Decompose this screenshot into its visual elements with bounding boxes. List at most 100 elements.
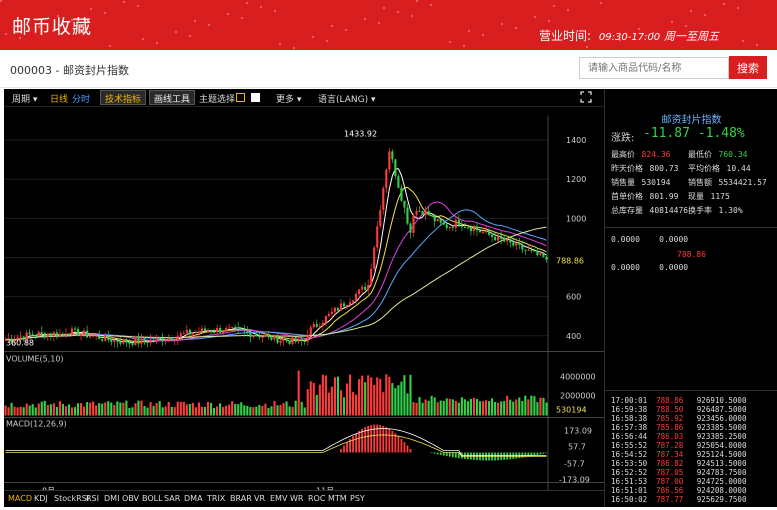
volume-bar [288, 406, 291, 416]
tab-daily[interactable]: 日线 [50, 92, 68, 105]
indicator-dma[interactable]: DMA [184, 494, 203, 503]
volume-bar [225, 405, 228, 416]
candle-body [161, 337, 164, 342]
indicator-kdj[interactable]: KDJ [34, 494, 48, 503]
search-input[interactable] [579, 57, 729, 79]
candle-body [104, 334, 107, 341]
volume-bar [267, 407, 270, 416]
volume-bar [358, 379, 361, 416]
volume-bar [306, 389, 309, 416]
volume-bar [95, 405, 98, 416]
theme-light-swatch[interactable] [251, 93, 260, 102]
candle-body [173, 339, 176, 341]
volume-bar [509, 399, 512, 416]
candle-body [300, 338, 303, 341]
theme-select[interactable]: 主题选择 [199, 92, 235, 105]
candle-body [43, 332, 46, 338]
candle-body [92, 335, 95, 337]
banner-sparkle [5, 33, 7, 35]
theme-dark-swatch[interactable] [236, 93, 245, 102]
volume-bar [442, 400, 445, 416]
quote-row-right: 平均价格 10.44 [688, 164, 751, 173]
volume-bar [167, 402, 170, 416]
change-label: 涨跌: [611, 133, 635, 144]
volume-bar [500, 401, 503, 416]
drawing-tools-button[interactable]: 画线工具 [149, 90, 196, 105]
volume-bar [451, 399, 454, 416]
volume-bar [228, 404, 231, 416]
volume-bar [494, 401, 497, 416]
banner-sparkle [737, 7, 739, 9]
indicators-button[interactable]: 技术指标 [100, 90, 147, 105]
banner-sparkle [600, 2, 602, 4]
indicator-roc[interactable]: ROC [308, 494, 325, 503]
indicator-rsi[interactable]: RSI [86, 494, 99, 503]
search-button[interactable]: 搜索 [729, 56, 767, 79]
candle-body [197, 331, 200, 333]
volume-bar [176, 401, 179, 416]
kline-chart[interactable]: 140012001000800600400 1433.92 360.88 788… [4, 107, 604, 507]
candle-body [318, 326, 321, 328]
indicator-mtm[interactable]: MTM [328, 494, 347, 503]
candle-body [460, 225, 463, 227]
volume-bar [212, 407, 216, 416]
volume-bar [64, 406, 68, 416]
candle-body [146, 341, 149, 343]
quote-row-right: 换手率 1.30% [688, 206, 743, 215]
indicator-dmi[interactable]: DMI [104, 494, 119, 503]
tab-intraday[interactable]: 分时 [72, 92, 90, 105]
indicator-trix[interactable]: TRIX [207, 494, 225, 503]
candle-body [206, 330, 210, 332]
indicator-bar: MACD KDJ StockRSI RSI DMI OBV BOLL SAR DMA TRIX BR… [4, 490, 604, 507]
expand-icon[interactable] [580, 91, 592, 103]
indicator-obv[interactable]: OBV [122, 494, 139, 503]
volume-bar [46, 404, 49, 416]
volume-bar [503, 400, 506, 416]
candle-body [327, 313, 330, 317]
volume-bar [255, 406, 258, 416]
candle-body [231, 326, 234, 328]
candle-body [379, 210, 382, 227]
volume-bar [197, 402, 200, 416]
indicator-vr[interactable]: VR [254, 494, 265, 503]
indicator-emv[interactable]: EMV [270, 494, 287, 503]
indicator-boll[interactable]: BOLL [142, 494, 163, 503]
indicator-macd[interactable]: MACD [8, 494, 32, 503]
volume-bar [76, 403, 80, 416]
banner-sparkle [411, 15, 413, 17]
period-menu[interactable]: 周期 ▾ [12, 92, 37, 105]
indicator-stockrsi[interactable]: StockRSI [54, 494, 89, 503]
language-menu[interactable]: 语言(LANG) ▾ [318, 92, 376, 105]
indicator-psy[interactable]: PSY [350, 494, 365, 503]
volume-bar [52, 403, 55, 416]
candle-body [209, 330, 213, 332]
banner-sparkle [605, 35, 607, 37]
volume-bar [19, 406, 22, 416]
banner-sparkle [638, 28, 640, 30]
more-menu[interactable]: 更多 ▾ [276, 92, 301, 105]
candle-body [128, 342, 131, 344]
candle-body [243, 329, 246, 332]
candle-body [355, 293, 358, 301]
trade-row: 16:51:01 786.56 924208.0000 [611, 486, 747, 495]
candle-body [433, 215, 436, 222]
volume-bar [536, 402, 539, 416]
indicator-wr[interactable]: WR [290, 494, 303, 503]
candle-body [240, 328, 243, 330]
volume-bar [339, 390, 343, 416]
candle-body [542, 252, 545, 257]
volume-bar [25, 403, 28, 416]
volume-bar [86, 402, 89, 416]
volume-bar [113, 405, 116, 416]
candle-body [98, 335, 101, 340]
indicator-brar[interactable]: BRAR [230, 494, 252, 503]
banner-sparkle [175, 31, 177, 33]
volume-bar [116, 401, 119, 416]
volume-bar [55, 406, 58, 416]
volume-bar [49, 404, 52, 416]
candle-body [40, 331, 43, 333]
candle-body [472, 227, 476, 232]
candle-body [352, 300, 355, 303]
banner-sparkle [742, 40, 744, 42]
indicator-sar[interactable]: SAR [164, 494, 180, 503]
